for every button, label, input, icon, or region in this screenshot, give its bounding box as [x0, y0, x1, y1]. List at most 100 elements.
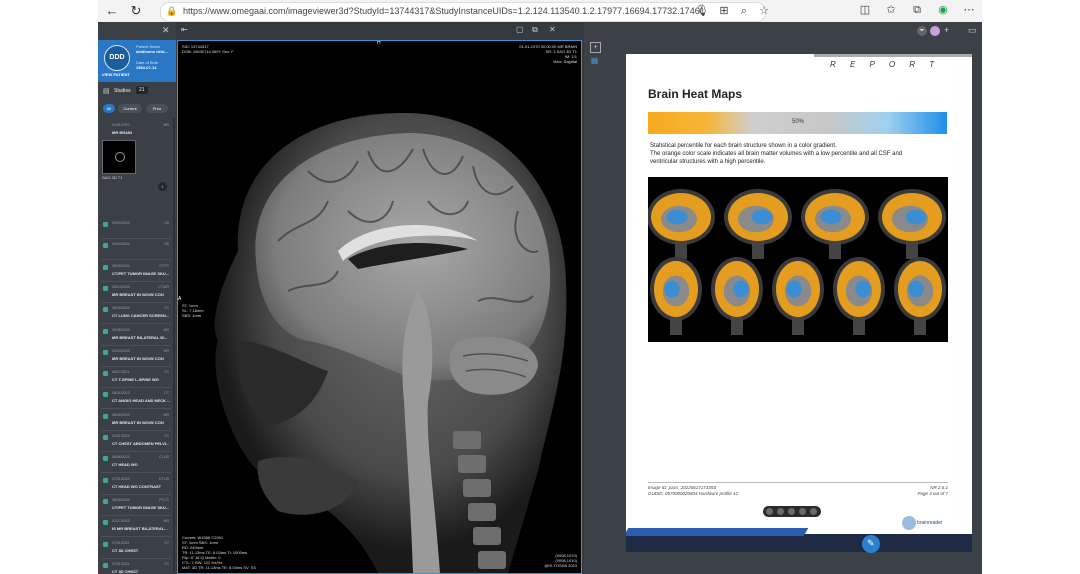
study-description: CT T-SPINE L-SPINE WO	[112, 377, 159, 383]
mri-viewport[interactable]: SID: 13744317 DOB: 19640714 060Y Sex: F 0…	[177, 40, 582, 574]
study-modality: MR	[163, 412, 169, 417]
study-list-item[interactable]: 01/27/2023 MR IS MR BREAST BILATERAL...	[101, 516, 171, 538]
study-date: 07/21/2023	[112, 476, 130, 481]
study-status-icon	[103, 456, 108, 462]
view-patient-link[interactable]: VIEW PATIENT	[102, 72, 130, 77]
pdf-zoom-in-icon[interactable]	[810, 508, 817, 515]
next-page-accent	[626, 528, 809, 536]
study-description: MR BREAST BI WO/W CON	[112, 355, 164, 361]
filter-all[interactable]: All	[103, 104, 115, 113]
study-list-item[interactable]: 08/14/2024 CT,MR MR BREAST BI WO/W CON	[101, 282, 171, 303]
study-filter-chips: All Current Prior	[98, 104, 176, 114]
study-modality: CT,US	[158, 455, 169, 460]
filter-prior[interactable]: Prior	[146, 104, 168, 113]
study-list-item[interactable]: 04/21/2023 CT CT CHEST ABDOMEN PELVI...	[101, 431, 171, 452]
study-list-item[interactable]: 07/01/2021 CT CT 3D CHEST	[101, 538, 171, 559]
minimize-panel-icon[interactable]: ▭	[968, 25, 977, 36]
heat-map-slice	[711, 257, 763, 335]
add-icon[interactable]: +	[590, 42, 601, 53]
favorites-icon[interactable]: ✩	[884, 3, 898, 17]
study-date: 01/27/2023	[112, 519, 130, 524]
study-list-item[interactable]: 08/27/2021 CT CT T-SPINE L-SPINE WO	[101, 367, 171, 389]
add-tab-icon[interactable]: +	[944, 25, 949, 35]
apps-icon[interactable]: ⊞	[717, 4, 731, 18]
study-modality: CT	[164, 370, 169, 375]
heat-gradient-bar: 50%	[648, 112, 947, 134]
pdf-controls	[763, 506, 821, 517]
more-menu-icon[interactable]: ⋯	[962, 3, 976, 17]
avatar: DDD	[104, 45, 130, 71]
study-description: CT LUNG CANCER SCREEN...	[112, 313, 170, 319]
study-status-icon	[103, 477, 108, 483]
report-description: Statistical percentile for each brain st…	[650, 143, 903, 165]
favorite-star-icon[interactable]: ☆	[757, 4, 771, 18]
reload-icon[interactable]: ↻	[128, 3, 144, 19]
study-description: CT/PET TUMOR IMAGE SKU...	[112, 270, 170, 276]
study-date: 08/14/2024	[112, 284, 130, 289]
site-info-icon[interactable]: 🔒	[165, 4, 179, 18]
study-status-icon	[103, 349, 108, 355]
study-status-icon	[103, 222, 108, 227]
address-bar[interactable]: 🔒 https://www.omegaai.com/imageviewer3d?…	[160, 2, 769, 22]
study-description: CT CHEST ABDOMEN PELVI...	[112, 441, 170, 446]
split-screen-icon[interactable]: ◫	[858, 3, 872, 17]
study-list-item[interactable]: 08/06/2021 CT,US CT HEAD WO	[101, 452, 171, 474]
series-thumbnail[interactable]	[102, 140, 136, 174]
pdf-print-icon[interactable]	[788, 508, 795, 515]
study-list-item[interactable]: 08/31/2023 CT CT ANGIO HEAD AND NECK ...	[101, 388, 171, 410]
study-list-item[interactable]: 07/01/2021 CT CT 3D CHEST	[101, 559, 171, 574]
study-list-item[interactable]: 08/08/2023 PT,CT CT/PET TUMOR IMAGE SKU...	[101, 495, 171, 516]
study-status-icon	[103, 392, 108, 398]
heat-map-slice	[894, 257, 946, 335]
gradient-midpoint-label: 50%	[792, 119, 805, 125]
study-list-item[interactable]: 08/08/2024 CT,PT CT/PET TUMOR IMAGE SKU...	[101, 261, 171, 282]
pdf-zoom-out-icon[interactable]	[799, 508, 806, 515]
study-list-item[interactable]: 08/09/2023 MR MR BREAST BI WO/W CON	[101, 410, 171, 431]
study-description: CT 3D CHEST	[112, 568, 139, 574]
close-viewport-icon[interactable]: ✕	[549, 25, 556, 34]
extension-icon[interactable]: ◉	[936, 3, 950, 17]
pdf-first-icon[interactable]	[766, 508, 773, 515]
close-icon[interactable]: ✕	[162, 25, 170, 36]
zoom-icon[interactable]: ⌕	[737, 4, 751, 18]
window-icon[interactable]: ▢	[516, 25, 524, 34]
report-footer-left: Image ID: pacs_2022061717335S GUDID: 0570…	[648, 485, 739, 496]
overlay-mid-left: ST: 1mm SL: 7.18mm SBS: 1mm	[182, 303, 204, 318]
study-list-item[interactable]: 07/21/2023 CT,US CT HEAD WO CONTRAST	[101, 474, 171, 495]
orientation-marker-top: H	[377, 40, 381, 46]
study-list-item[interactable]: 06/16/2023 CT CT LUNG CANCER SCREEN...	[101, 303, 171, 325]
microphone-toggle-icon[interactable]: ⏷	[917, 26, 927, 36]
user-avatar-icon[interactable]	[930, 26, 940, 36]
heat-map-images	[647, 189, 946, 335]
study-date: 04/29/2024	[112, 242, 130, 247]
collapse-panel-icon[interactable]: ⇤	[181, 25, 188, 34]
study-status-icon	[103, 285, 108, 291]
study-list-item[interactable]: 03/03/2023 MR MR BREAST BI WO/W CON	[101, 346, 171, 367]
back-icon[interactable]: ←	[104, 3, 120, 19]
microphone-icon[interactable]: 🎙	[695, 4, 709, 18]
grid-layout-icon[interactable]: ▦	[590, 56, 599, 65]
study-date: 04/21/2023	[112, 434, 130, 438]
study-list-item[interactable]: 06/08/2023 MR MR BREAST BILATERAL W...	[101, 325, 171, 346]
patient-card[interactable]: DDD Patient Name deidlonnn deid... Date …	[98, 40, 176, 82]
filter-current[interactable]: Current	[118, 104, 142, 113]
overlay-top-right: 01-01-1970 00:00:00 MR BRAIN SR: 3 SAG 3D…	[519, 44, 577, 64]
study-modality: MR	[163, 348, 169, 353]
study-modality: CT	[164, 561, 169, 566]
study-date: 08/08/2024	[112, 263, 130, 268]
study-status-icon	[103, 562, 108, 568]
study-date: 08/06/2021	[112, 455, 130, 460]
external-link-icon[interactable]: ⧉	[532, 25, 538, 35]
study-list-item[interactable]: 04/29/2024 US	[101, 239, 171, 261]
report-fab-button[interactable]: ✎	[862, 535, 880, 553]
study-list-item[interactable]: 09/09/2024 US	[101, 218, 171, 239]
current-study-item[interactable]: 01/01/1970 MR MR BRAIN	[101, 120, 171, 136]
document-icon: ▤	[103, 88, 110, 95]
study-description: CT 3D CHEST	[112, 547, 139, 553]
studies-count-badge: 21	[136, 86, 148, 94]
viewer-toolbar: ⇤ ▢ ⧉ ✕	[177, 22, 582, 40]
pdf-download-icon[interactable]	[777, 508, 784, 515]
collections-icon[interactable]: ⧉	[910, 3, 924, 17]
study-sidebar: ✕ DDD Patient Name deidlonnn deid... Dat…	[98, 22, 176, 574]
sidebar-scrollbar[interactable]	[173, 118, 175, 573]
